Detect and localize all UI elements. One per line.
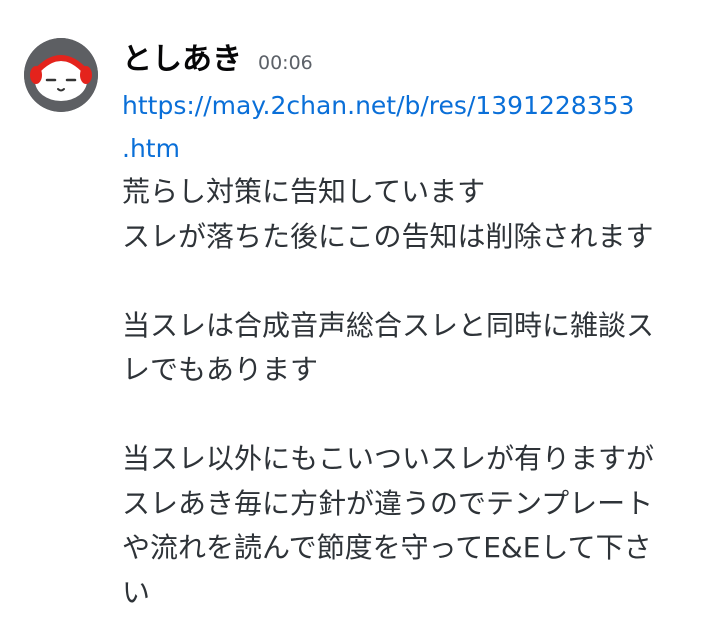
message-content: としあき 00:06 https://may.2chan.net/b/res/1… bbox=[122, 40, 714, 615]
paragraph-3: 当スレ以外にもこいついスレが有りますが スレあき毎に方針が違うのでテンプレート … bbox=[122, 437, 714, 615]
thread-link[interactable]: https://may.2chan.net/b/res/1391228353 .… bbox=[122, 84, 652, 170]
link-line-2: .htm bbox=[122, 134, 180, 163]
paragraph-1: 荒らし対策に告知しています スレが落ちた後にこの告知は削除されます bbox=[122, 170, 714, 259]
body-line: や流れを読んで節度を守ってE&Eして下さ bbox=[122, 531, 652, 564]
body-line: スレが落ちた後にこの告知は削除されます bbox=[122, 219, 654, 253]
body-line: 荒らし対策に告知しています bbox=[122, 175, 486, 208]
body-line: 当スレは合成音声総合スレと同時に雑談ス bbox=[122, 308, 655, 342]
username[interactable]: としあき bbox=[122, 40, 242, 80]
chat-message: としあき 00:06 https://may.2chan.net/b/res/1… bbox=[0, 0, 720, 625]
message-header: としあき 00:06 bbox=[122, 40, 714, 84]
body-line: い bbox=[122, 575, 151, 609]
user-avatar[interactable] bbox=[24, 38, 98, 112]
red-headphones-face-avatar-icon bbox=[24, 38, 98, 112]
paragraph-2: 当スレは合成音声総合スレと同時に雑談ス レでもあります bbox=[122, 304, 714, 393]
message-timestamp: 00:06 bbox=[258, 52, 313, 74]
link-line-1: https://may.2chan.net/b/res/1391228353 bbox=[122, 91, 635, 120]
body-line: 当スレ以外にもこいついスレが有りますが bbox=[122, 442, 655, 475]
body-line: スレあき毎に方針が違うのでテンプレート bbox=[122, 486, 654, 520]
body-line: レでもあります bbox=[122, 353, 319, 386]
message-body: 荒らし対策に告知しています スレが落ちた後にこの告知は削除されます 当スレは合成… bbox=[122, 170, 714, 615]
